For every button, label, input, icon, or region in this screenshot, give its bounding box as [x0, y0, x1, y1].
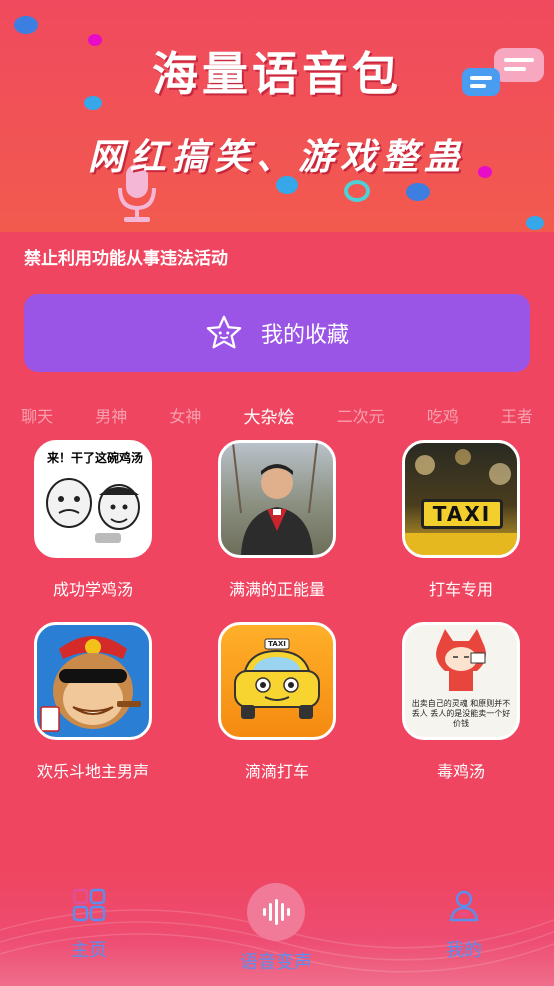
- voice-pack-label: 滴滴打车: [244, 762, 309, 781]
- voice-pack-item[interactable]: 出卖自己的灵魂 和原则并不丢人 丢人的是没能卖一个好价钱 毒鸡汤: [381, 622, 541, 782]
- meme-faces-icon: [46, 478, 140, 543]
- taxi-sign-thumbnail: TAXI: [402, 440, 520, 558]
- cartoon-cat-thumbnail: 出卖自己的灵魂 和原则并不丢人 丢人的是没能卖一个好价钱: [402, 622, 520, 740]
- cartoon-face-icon: [40, 636, 141, 732]
- voice-pack-label: 满满的正能量: [228, 580, 325, 599]
- favorites-button[interactable]: 我的收藏: [24, 294, 530, 372]
- meme-caption: 来！干了这碗鸡汤: [46, 451, 143, 465]
- voice-pack-item[interactable]: 来！干了这碗鸡汤 成功学鸡汤: [13, 440, 173, 600]
- voice-wave-icon: [263, 899, 290, 925]
- person-icon: [232, 443, 318, 555]
- star-face-icon: [206, 315, 242, 349]
- voice-pack-label: 成功学鸡汤: [52, 580, 133, 599]
- tab-pubg[interactable]: 吃鸡: [427, 403, 459, 427]
- red-cat-icon: [436, 629, 486, 691]
- taxi-roof-text: TAXI: [268, 640, 286, 648]
- nav-profile-label: 我的: [446, 940, 482, 961]
- voice-pack-item[interactable]: 欢乐斗地主男声: [13, 622, 173, 782]
- nav-voice-change[interactable]: 语音变声: [216, 946, 336, 974]
- tab-female-god[interactable]: 女神: [169, 403, 201, 427]
- banner[interactable]: 海量语音包 网红搞笑、游戏整蛊: [0, 0, 554, 232]
- tab-mixed[interactable]: 大杂烩: [243, 403, 294, 428]
- tab-chat[interactable]: 聊天: [21, 403, 53, 427]
- nav-home[interactable]: 主页: [29, 888, 149, 962]
- nav-profile[interactable]: 我的: [404, 888, 524, 962]
- meme-caption: 出卖自己的灵魂 和原则并不丢人 丢人的是没能卖一个好价钱: [411, 699, 511, 728]
- warning-text: 禁止利用功能从事违法活动: [24, 249, 228, 269]
- man-photo-thumbnail: [218, 440, 336, 558]
- voice-pack-item[interactable]: TAXI 打车专用: [381, 440, 541, 600]
- meme-thumbnail: 来！干了这碗鸡汤: [34, 440, 152, 558]
- nav-home-label: 主页: [71, 940, 107, 961]
- landlord-game-thumbnail: [34, 622, 152, 740]
- voice-pack-item[interactable]: TAXI 滴滴打车: [197, 622, 357, 782]
- voice-pack-item[interactable]: 满满的正能量: [197, 440, 357, 600]
- voice-change-button[interactable]: [247, 883, 305, 941]
- grid-icon: [72, 888, 106, 922]
- taxi-sign-text: TAXI: [421, 499, 503, 529]
- tab-male-god[interactable]: 男神: [95, 403, 127, 427]
- tab-honor-of-kings[interactable]: 王者: [501, 403, 533, 427]
- voice-pack-label: 欢乐斗地主男声: [36, 762, 149, 781]
- favorites-label: 我的收藏: [260, 323, 349, 348]
- user-icon: [449, 890, 479, 922]
- banner-subtitle: 网红搞笑、游戏整蛊: [87, 136, 466, 178]
- voice-pack-label: 毒鸡汤: [436, 762, 485, 781]
- taxi-car-thumbnail: TAXI: [218, 622, 336, 740]
- voice-pack-label: 打车专用: [428, 580, 493, 599]
- banner-title: 海量语音包: [152, 47, 402, 101]
- category-tabs: 聊天 男神 女神 大杂烩 二次元 吃鸡 王者: [0, 400, 554, 430]
- tab-anime[interactable]: 二次元: [337, 403, 385, 427]
- nav-voice-change-label: 语音变声: [240, 952, 312, 973]
